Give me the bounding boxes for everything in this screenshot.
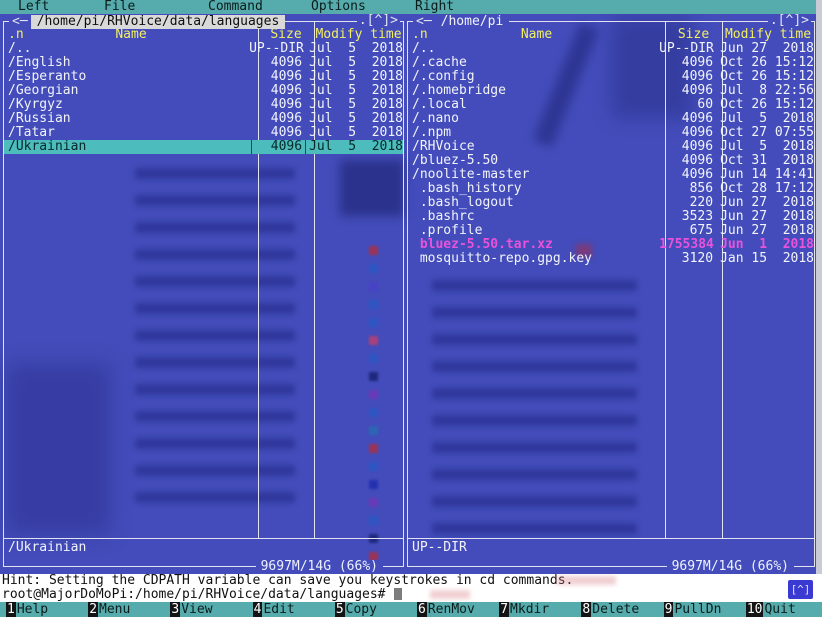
function-key-number: 1 [6,602,16,617]
sort-indicator: .n [412,27,428,42]
left-panel-path[interactable]: /home/pi/RHVoice/data/languages [30,14,286,29]
right-panel-path[interactable]: /home/pi [434,14,510,29]
menu-item-options[interactable]: Options [311,0,366,14]
column-headers: .n Name Size Modify time [4,28,403,42]
file-row[interactable]: /.. UP--DIR Jun 27 2018 [408,42,814,56]
file-row[interactable]: /RHVoice 4096 Jul 5 2018 [408,140,814,154]
menu-item-command[interactable]: Command [208,0,263,14]
column-headers: .n Name Size Modify time [408,28,814,42]
function-key-number: 8 [581,602,592,617]
file-row[interactable]: /Georgian 4096 Jul 5 2018 [4,84,403,98]
column-header-size[interactable]: Size [258,28,314,42]
column-header-mtime[interactable]: Modify time [314,28,403,42]
function-key-number: 2 [88,602,99,617]
menu-item-file[interactable]: File [104,0,135,14]
function-key-label: PullDn [674,602,722,617]
column-header-mtime[interactable]: Modify time [722,28,814,42]
function-key-label: Mkdir [510,602,550,617]
function-key-button[interactable]: 7 Mkdir [493,602,575,617]
function-key-button[interactable]: 1 Help [0,602,82,617]
function-key-label: Copy [345,602,377,617]
file-row[interactable]: /Esperanto 4096 Jul 5 2018 [4,70,403,84]
command-prompt-line[interactable]: root@MajorDoMoPi:/home/pi/RHVoice/data/l… [0,588,822,602]
file-row[interactable]: /.local 60 Oct 26 15:12 [408,98,814,112]
terminal-scrollbar[interactable] [816,0,822,574]
file-row[interactable]: .bashrc 3523 Jun 27 2018 [408,210,814,224]
column-header-name[interactable]: .n Name [408,28,665,42]
scroll-up-badge[interactable]: [^] [788,580,813,599]
file-row[interactable]: /noolite-master 4096 Jun 14 14:41 [408,168,814,182]
file-row[interactable]: /.cache 4096 Oct 26 15:12 [408,56,814,70]
right-file-list: /.. UP--DIR Jun 27 2018 /.cache 4096 Oct… [408,42,814,266]
panel-history-arrows[interactable]: <─ [413,14,435,29]
text-cursor [393,588,402,600]
left-file-list: /.. UP--DIR Jul 5 2018 /English 4096 Jul… [4,42,403,154]
file-row[interactable]: /.npm 4096 Oct 27 07:55 [408,126,814,140]
file-row[interactable]: /Ukrainian 4096 Jul 5 2018 [4,140,403,154]
file-row[interactable]: /.nano 4096 Jul 5 2018 [408,112,814,126]
file-row[interactable]: /bluez-5.50 4096 Oct 31 2018 [408,154,814,168]
column-header-name[interactable]: .n Name [4,28,258,42]
hint-line: Hint: Setting the CDPATH variable can sa… [0,574,822,588]
file-row[interactable]: /.homebridge 4096 Jul 8 22:56 [408,84,814,98]
function-key-number: 10 [745,602,764,617]
sort-indicator: .n [8,27,24,42]
function-key-number: 6 [417,602,427,617]
file-row[interactable]: .bash_logout 220 Jun 27 2018 [408,196,814,210]
left-panel: <─ /home/pi/RHVoice/data/languages .[^]>… [3,14,404,574]
function-key-label: Delete [592,602,640,617]
menu-bar: Left File Command Options Right [0,0,816,14]
file-row[interactable]: /.. UP--DIR Jul 5 2018 [4,42,403,56]
function-key-button[interactable]: 9 PullDn [658,602,740,617]
function-key-button[interactable]: 5 Copy [329,602,411,617]
file-row[interactable]: mosquitto-repo.gpg.key 3120 Jan 15 2018 [408,252,814,266]
midnight-commander-screen: Left File Command Options Right <─ /home… [0,0,822,619]
function-key-button[interactable]: 4 Edit [247,602,329,617]
function-key-button[interactable]: 3 View [164,602,246,617]
panel-history-arrows[interactable]: <─ [9,14,31,29]
file-row[interactable]: bluez-5.50.tar.xz 1755384 Jun 1 2018 [408,238,814,252]
function-key-button[interactable]: 6 RenMov [411,602,493,617]
function-key-label: View [181,602,213,617]
function-key-number: 7 [499,602,510,617]
file-row[interactable]: /Kyrgyz 4096 Jul 5 2018 [4,98,403,112]
function-key-button[interactable]: 10 Quit [740,602,822,617]
panel-corner-controls[interactable]: .[^]> [767,14,811,28]
function-key-number: 9 [663,602,674,617]
function-key-number: 3 [170,602,181,617]
right-free-space: 9697M/14G (66%) [666,560,794,574]
left-mini-status: /Ukrainian [8,540,87,555]
menu-item-left[interactable]: Left [18,0,49,14]
column-header-size[interactable]: Size [665,28,722,42]
mini-status-divider [408,538,814,539]
panel-corner-controls[interactable]: .[^]> [356,14,400,28]
file-row[interactable]: /English 4096 Jul 5 2018 [4,56,403,70]
mini-status-divider [4,538,403,539]
left-free-space: 9697M/14G (66%) [255,560,383,574]
shell-prompt: root@MajorDoMoPi:/home/pi/RHVoice/data/l… [2,587,386,602]
file-row[interactable]: /.config 4096 Oct 26 15:12 [408,70,814,84]
menu-item-right[interactable]: Right [415,0,454,14]
right-mini-status: UP--DIR [412,540,467,555]
function-key-bar: 1 Help 2 Menu 3 View 4 Edit 5 Copy 6 Ren… [0,602,822,617]
file-row[interactable]: /Tatar 4096 Jul 5 2018 [4,126,403,140]
file-row[interactable]: /Russian 4096 Jul 5 2018 [4,112,403,126]
function-key-number: 4 [252,602,263,617]
function-key-label: Help [16,602,49,617]
function-key-label: Quit [764,602,796,617]
function-key-number: 5 [334,602,345,617]
file-row[interactable]: .bash_history 856 Oct 28 17:12 [408,182,814,196]
function-key-label: Edit [263,602,295,617]
function-key-button[interactable]: 8 Delete [575,602,657,617]
function-key-label: Menu [99,602,131,617]
file-row[interactable]: .profile 675 Jun 27 2018 [408,224,814,238]
right-panel: <─ /home/pi .[^]> .n Name Size Modify ti… [407,14,815,574]
function-key-button[interactable]: 2 Menu [82,602,164,617]
function-key-label: RenMov [427,602,475,617]
